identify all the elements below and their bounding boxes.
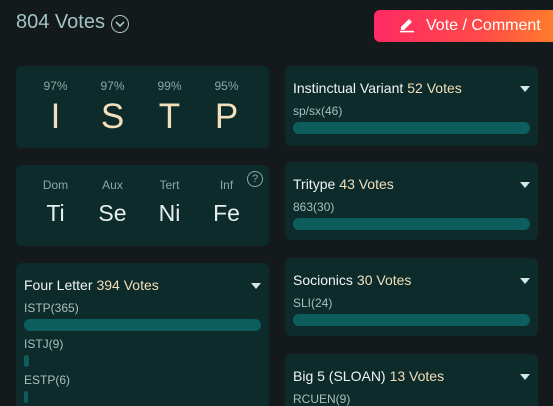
poll-vote-count: 30 Votes (356, 272, 412, 288)
letter-cell-t: 99% T (141, 79, 198, 135)
poll-option-bar (24, 391, 261, 403)
poll-bar-fill (293, 218, 530, 230)
vote-total-label: 804 Votes (16, 11, 105, 33)
letter-percentage: 97% (43, 79, 68, 93)
function-cell-tert: Tert Ni (141, 178, 198, 226)
function-position-label: Aux (102, 178, 123, 192)
poll-title: Instinctual Variant 52 Votes (293, 80, 462, 96)
poll-title: Socionics 30 Votes (293, 272, 411, 288)
poll-option-label: sp/sx(46) (293, 104, 343, 118)
instinctual-variant-poll-card[interactable]: Instinctual Variant 52 Votes sp/sx(46) (285, 66, 538, 146)
pencil-icon (398, 15, 416, 38)
poll-option-label: ISTP(365) (24, 301, 79, 315)
poll-name: Tritype (293, 176, 336, 192)
type-letters-card: 97% I 97% S 99% T 95% P (16, 66, 269, 148)
poll-title: Tritype 43 Votes (293, 176, 394, 192)
poll-option-label: ESTP(6) (24, 373, 71, 387)
type-letter: P (214, 97, 239, 136)
poll-option-label: ISTJ(9) (24, 337, 64, 351)
profile-vote-page: 804 Votes Vote / Comment 97% I 97% S 99% (0, 0, 553, 406)
poll-bar-fill (24, 391, 28, 403)
caret-down-icon[interactable] (520, 182, 530, 188)
vote-comment-label: Vote / Comment (426, 17, 541, 34)
function-cell-dom: Dom Ti (27, 178, 84, 226)
letter-cell-p: 95% P (198, 79, 255, 135)
poll-option-bar (24, 355, 261, 367)
poll-option-bar (293, 122, 530, 134)
function-cell-aux: Aux Se (84, 178, 141, 226)
poll-option-label: SLI(24) (293, 296, 333, 310)
poll-bar-fill (293, 314, 530, 326)
letter-cell-s: 97% S (84, 79, 141, 135)
letter-percentage: 95% (214, 79, 239, 93)
function-position-label: Inf (219, 178, 234, 192)
poll-option-bar (24, 319, 261, 331)
poll-title: Big 5 (SLOAN) 13 Votes (293, 368, 444, 384)
poll-title: Four Letter 394 Votes (24, 277, 159, 293)
function-position-label: Tert (159, 178, 180, 192)
vote-comment-button[interactable]: Vote / Comment (374, 10, 553, 42)
poll-bar-fill (24, 355, 29, 367)
type-letter: I (50, 97, 61, 136)
tritype-poll-card[interactable]: Tritype 43 Votes 863(30) (285, 162, 538, 240)
poll-option-label: RCUEN(9) (293, 392, 351, 406)
letter-percentage: 97% (100, 79, 125, 93)
poll-bar-fill (24, 319, 261, 331)
poll-vote-count: 52 Votes (407, 80, 462, 96)
function-value: Fe (213, 200, 240, 226)
function-position-label: Dom (42, 178, 69, 192)
poll-name: Four Letter (24, 277, 93, 293)
socionics-poll-card[interactable]: Socionics 30 Votes SLI(24) (285, 258, 538, 336)
caret-down-icon[interactable] (520, 374, 530, 380)
poll-option-label: 863(30) (293, 200, 335, 214)
poll-bar-fill (293, 122, 530, 134)
poll-vote-count: 394 Votes (96, 277, 159, 293)
function-cell-inf: Inf Fe (198, 178, 255, 226)
letter-cell-i: 97% I (27, 79, 84, 135)
poll-vote-count: 13 Votes (389, 368, 445, 384)
four-letter-poll-card[interactable]: Four Letter 394 Votes ISTP(365) ISTJ(9) E… (16, 263, 269, 406)
letter-percentage: 99% (157, 79, 182, 93)
poll-name: Instinctual Variant (293, 80, 404, 96)
function-value: Ni (158, 200, 181, 226)
poll-vote-count: 43 Votes (339, 176, 394, 192)
caret-down-icon[interactable] (251, 283, 261, 289)
caret-down-icon[interactable] (520, 86, 530, 92)
poll-option-bar (293, 218, 530, 230)
poll-option-bar (293, 314, 530, 326)
chevron-down-circle-icon[interactable] (110, 15, 129, 33)
type-letter: T (158, 97, 181, 136)
caret-down-icon[interactable] (520, 278, 530, 284)
big5-poll-card[interactable]: Big 5 (SLOAN) 13 Votes RCUEN(9) (285, 354, 538, 406)
vote-total-toggle[interactable]: 804 Votes (16, 11, 129, 34)
poll-name: Socionics (293, 272, 353, 288)
poll-name: Big 5 (SLOAN) (293, 368, 386, 384)
type-letter: S (100, 97, 125, 136)
cognitive-functions-card: ? Dom Ti Aux Se Tert Ni Inf Fe (16, 165, 269, 246)
function-value: Se (98, 200, 127, 226)
function-value: Ti (46, 200, 65, 226)
